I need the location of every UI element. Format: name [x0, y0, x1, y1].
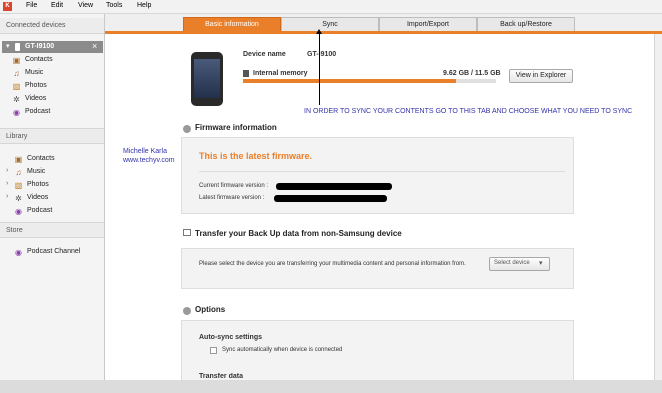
chevron-down-icon: ▾ — [539, 260, 543, 267]
menu-view[interactable]: View — [78, 2, 93, 9]
annotation-site: www.techyv.com — [123, 157, 175, 164]
annotation-arrow-head-icon — [316, 29, 322, 34]
gear-icon — [183, 125, 191, 133]
library-item-videos[interactable]: › ✲ Videos — [0, 192, 104, 205]
annotation-arrow-line — [319, 31, 320, 105]
autosync-checkbox[interactable] — [210, 347, 217, 354]
device-name-label: GT-I9100 — [25, 43, 55, 50]
current-firmware-label: Current firmware version : — [199, 183, 269, 189]
divider — [199, 171, 565, 172]
sidebar-item-label: Photos — [25, 82, 47, 89]
close-icon[interactable]: × — [92, 41, 97, 51]
transfer-section-title: Transfer your Back Up data from non-Sams… — [195, 229, 402, 238]
library-item-podcast[interactable]: ◉ Podcast — [0, 205, 104, 218]
sidebar-item-label: Podcast — [27, 207, 53, 214]
sidebar-item-label: Music — [27, 168, 46, 175]
podcast-icon: ◉ — [15, 207, 22, 216]
autosync-checkbox-label: Sync automatically when device is connec… — [222, 347, 343, 353]
transfer-data-title: Transfer data — [199, 373, 243, 380]
sidebar-item-podcast[interactable]: ◉ Podcast — [0, 106, 104, 119]
memory-progress-bar — [243, 79, 496, 83]
chevron-right-icon[interactable]: › — [6, 180, 8, 187]
memory-icon — [243, 70, 249, 77]
redacted-current-version — [276, 183, 392, 190]
memory-progress-fill — [243, 79, 456, 83]
sidebar-item-label: Podcast — [25, 108, 51, 115]
select-device-placeholder: Select device — [494, 260, 530, 266]
menu-file[interactable]: File — [26, 2, 37, 9]
connected-devices-header: Connected devices — [0, 18, 104, 34]
photos-icon: ▧ — [14, 181, 23, 190]
videos-icon: ✲ — [13, 95, 20, 104]
device-name-value: GT-I9100 — [307, 51, 337, 58]
store-item-podcast-channel[interactable]: ◉ Podcast Channel — [0, 246, 104, 259]
chevron-right-icon[interactable]: › — [6, 193, 8, 200]
sidebar-item-label: Videos — [27, 194, 49, 201]
sidebar-item-label: Videos — [25, 95, 47, 102]
library-item-contacts[interactable]: ▣ Contacts — [0, 153, 104, 166]
menu-tools[interactable]: Tools — [106, 2, 122, 9]
annotation-author: Michelle Karla — [123, 148, 167, 155]
redacted-latest-version — [274, 195, 387, 202]
firmware-panel — [181, 137, 574, 214]
chevron-right-icon[interactable]: › — [6, 167, 8, 174]
chevron-down-icon[interactable]: ▾ — [6, 42, 10, 50]
videos-icon: ✲ — [15, 194, 22, 203]
podcast-icon: ◉ — [15, 248, 22, 257]
library-item-photos[interactable]: › ▧ Photos — [0, 179, 104, 192]
sidebar-item-photos[interactable]: ▧ Photos — [0, 80, 104, 93]
contacts-icon: ▣ — [14, 155, 23, 164]
device-image — [191, 52, 223, 106]
podcast-icon: ◉ — [13, 108, 20, 117]
tab-basic-information[interactable]: Basic information — [183, 17, 281, 31]
status-bar — [0, 380, 662, 393]
store-header: Store — [0, 222, 104, 238]
tab-import-export[interactable]: Import/Export — [379, 17, 477, 31]
firmware-section-title: Firmware information — [195, 123, 277, 132]
phone-icon — [15, 43, 20, 51]
library-item-music[interactable]: › ♫ Music — [0, 166, 104, 179]
contacts-icon: ▣ — [12, 56, 21, 65]
vertical-scrollbar[interactable] — [654, 34, 662, 390]
sidebar-item-label: Podcast Channel — [27, 248, 81, 255]
app-logo-icon: K — [3, 2, 12, 11]
device-screen — [194, 59, 220, 98]
sidebar-item-label: Photos — [27, 181, 49, 188]
sidebar-item-label: Music — [25, 69, 44, 76]
firmware-status: This is the latest firmware. — [199, 151, 313, 161]
view-in-explorer-button[interactable]: View in Explorer — [509, 69, 573, 83]
menu-edit[interactable]: Edit — [51, 2, 63, 9]
gear-icon — [183, 307, 191, 315]
internal-memory-value: 9.62 GB / 11.5 GB — [443, 70, 501, 77]
photos-icon: ▧ — [12, 82, 21, 91]
library-header: Library — [0, 128, 104, 144]
tab-backup-restore[interactable]: Back up/Restore — [477, 17, 575, 31]
music-icon: ♫ — [15, 168, 22, 177]
internal-memory-label: Internal memory — [253, 70, 308, 77]
transfer-icon — [183, 229, 191, 236]
transfer-description: Please select the device you are transfe… — [199, 261, 466, 267]
select-device-dropdown[interactable]: Select device ▾ — [489, 257, 550, 271]
sidebar-item-label: Contacts — [27, 155, 55, 162]
menu-bar: K File Edit View Tools Help — [0, 0, 662, 14]
tab-sync[interactable]: Sync — [281, 17, 379, 31]
music-icon: ♫ — [13, 69, 20, 78]
sidebar-item-videos[interactable]: ✲ Videos — [0, 93, 104, 106]
autosync-title: Auto-sync settings — [199, 334, 263, 341]
options-section-title: Options — [195, 305, 226, 314]
menu-help[interactable]: Help — [137, 2, 151, 9]
sidebar-item-music[interactable]: ♫ Music — [0, 67, 104, 80]
device-name-label: Device name — [243, 51, 286, 58]
annotation-text: IN ORDER TO SYNC YOUR CONTENTS GO TO THI… — [304, 108, 633, 115]
sidebar-item-label: Contacts — [25, 56, 53, 63]
device-row[interactable]: ▾ GT-I9100 × — [2, 41, 103, 53]
latest-firmware-label: Latest firmware version : — [199, 195, 265, 201]
sidebar-item-contacts[interactable]: ▣ Contacts — [0, 54, 104, 67]
